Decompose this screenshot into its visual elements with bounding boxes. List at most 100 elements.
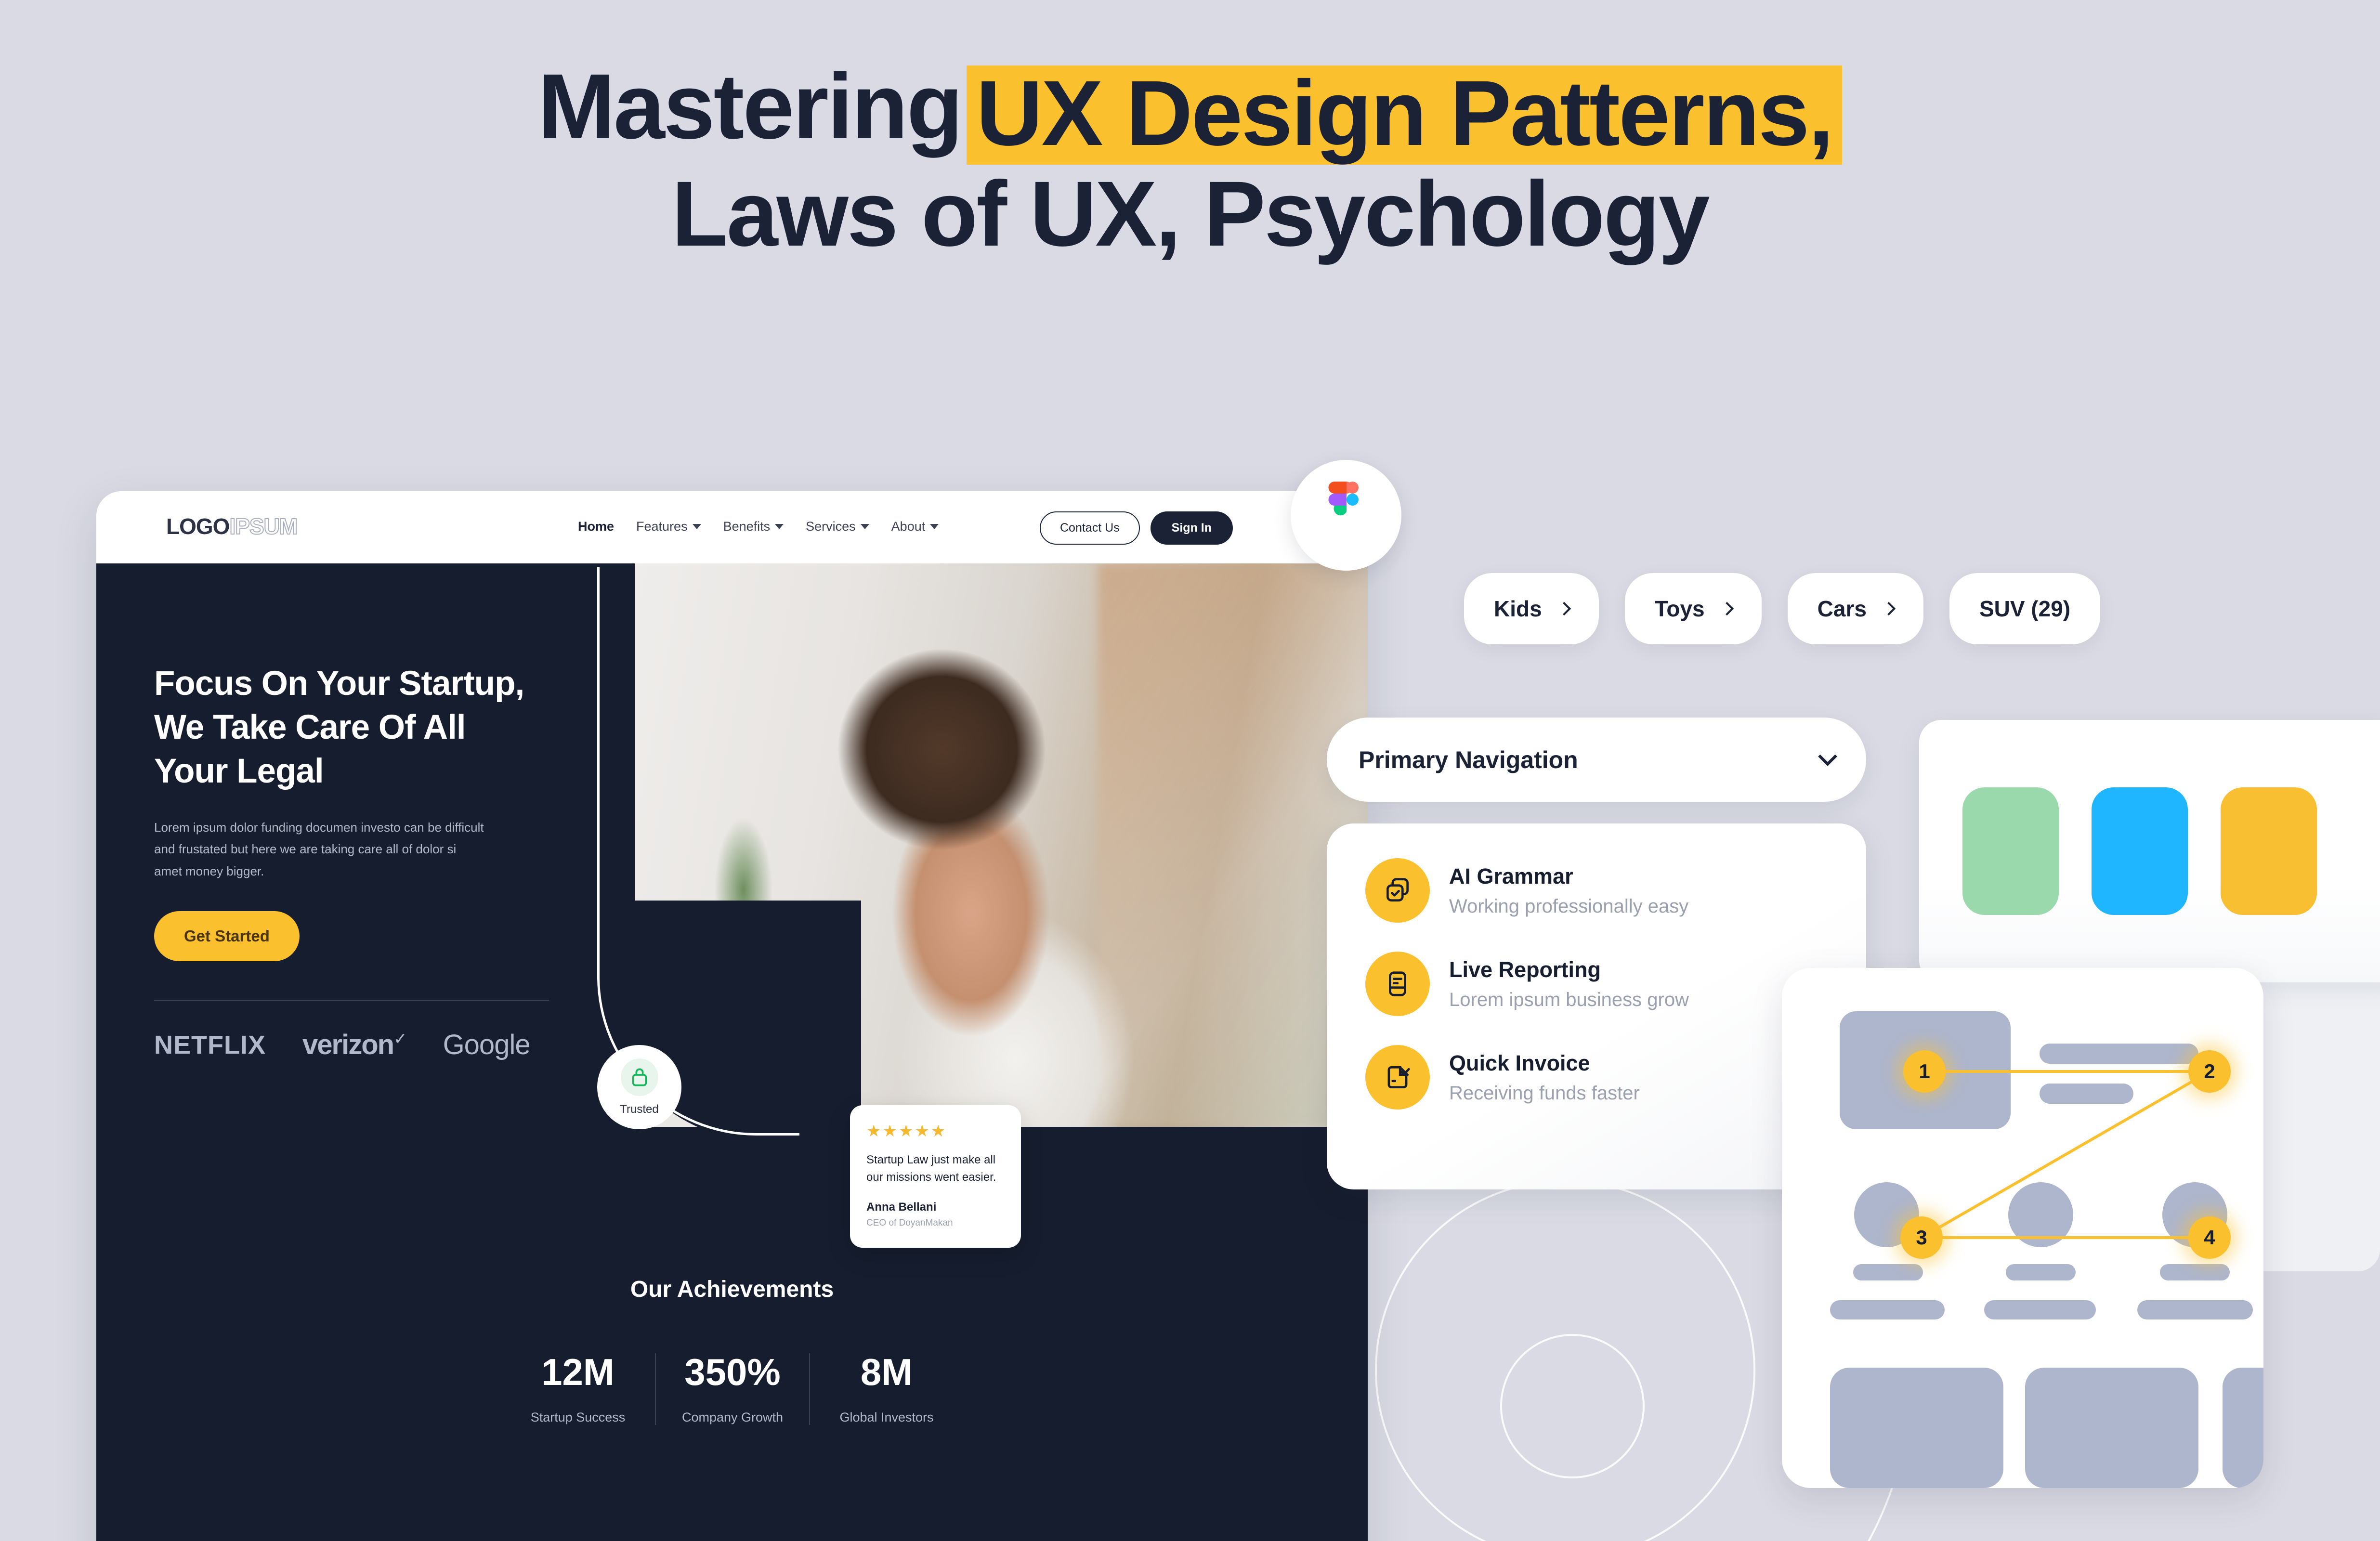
achievements-row: 12M Startup Success 350% Company Growth … [96, 1353, 1368, 1425]
feature-title: Quick Invoice [1449, 1050, 1590, 1075]
contact-us-button[interactable]: Contact Us [1040, 511, 1140, 545]
netflix-logo: NETFLIX [154, 1030, 266, 1059]
chevron-down-icon [930, 524, 939, 529]
chip-label: Cars [1817, 596, 1867, 621]
feature-title: AI Grammar [1449, 863, 1573, 888]
achievement-value: 12M [541, 1351, 615, 1393]
feature-text: AI Grammar Working professionally easy [1449, 864, 1688, 917]
nav-item-features[interactable]: Features [636, 519, 701, 534]
nav-label: About [891, 519, 926, 534]
chip-label: SUV (29) [1979, 596, 2071, 621]
headline-plain: Mastering [538, 54, 963, 158]
invoice-check-icon [1365, 1045, 1430, 1110]
chip-suv[interactable]: SUV (29) [1949, 573, 2101, 644]
hero-divider [154, 1000, 549, 1001]
page-title: Mastering UX Design Patterns, Laws of UX,… [0, 53, 2380, 267]
achievement-item: 350% Company Growth [655, 1353, 809, 1425]
nav-actions: Contact Us Sign In [1040, 511, 1233, 545]
feature-text: Quick Invoice Receiving funds faster [1449, 1051, 1640, 1104]
feature-subtitle: Receiving funds faster [1449, 1082, 1640, 1104]
flow-node-2[interactable]: 2 [2188, 1050, 2231, 1093]
chevron-down-icon [860, 524, 869, 529]
chip-label: Kids [1494, 596, 1542, 621]
achievement-label: Startup Success [530, 1410, 626, 1424]
testimonial-role: CEO of DoyanMakan [866, 1218, 953, 1228]
headline-line-2: Laws of UX, Psychology [671, 161, 1710, 265]
chip-label: Toys [1654, 596, 1705, 621]
verizon-check-icon: ✓ [393, 1030, 407, 1048]
chevron-down-icon [775, 524, 784, 529]
achievement-value: 8M [860, 1351, 913, 1393]
chevron-down-icon[interactable] [1818, 746, 1837, 766]
hero-title-line-3: Your Legal [154, 752, 324, 790]
nav-item-home[interactable]: Home [578, 519, 614, 534]
hero-title: Focus On Your Startup, We Take Care Of A… [154, 662, 563, 794]
lock-icon [620, 1058, 658, 1096]
headline-line-1: Mastering UX Design Patterns, [0, 53, 2380, 165]
logo-secondary-text: IPSUM [229, 514, 298, 539]
site-logo[interactable]: LOGOIPSUM [166, 514, 298, 539]
website-mockup: LOGOIPSUM Home Features Benefits Service… [96, 491, 1368, 1541]
trusted-badge: Trusted [597, 1045, 681, 1129]
nav-item-about[interactable]: About [891, 519, 939, 534]
hero-copy: Focus On Your Startup, We Take Care Of A… [154, 662, 563, 1061]
figma-logo-icon [1291, 460, 1401, 571]
brand-logos: NETFLIX verizon✓ Google [154, 1029, 563, 1061]
swatch-green[interactable] [1962, 787, 2059, 915]
chevron-right-icon [1882, 601, 1896, 616]
hero-section: Focus On Your Startup, We Take Care Of A… [96, 563, 1368, 1541]
achievements-section: Our Achievements 12M Startup Success 350… [96, 1276, 1368, 1425]
achievement-label: Company Growth [681, 1410, 784, 1424]
nav-item-benefits[interactable]: Benefits [723, 519, 784, 534]
feature-title: Live Reporting [1449, 957, 1601, 982]
feature-subtitle: Working professionally easy [1449, 895, 1689, 917]
primary-navigation-label: Primary Navigation [1359, 746, 1578, 773]
flow-node-1[interactable]: 1 [1903, 1050, 1946, 1093]
chip-kids[interactable]: Kids [1464, 573, 1599, 644]
testimonial-quote: Startup Law just make all our missions w… [866, 1153, 996, 1184]
chip-toys[interactable]: Toys [1624, 573, 1762, 644]
chevron-right-icon [1720, 601, 1734, 616]
swatch-blue[interactable] [2092, 787, 2188, 915]
sign-in-button[interactable]: Sign In [1150, 511, 1233, 545]
flow-node-4[interactable]: 4 [2188, 1216, 2231, 1259]
wireframe-flow-card: 1 2 3 4 [1782, 968, 2263, 1488]
hero-subtitle: Lorem ipsum dolor funding documen invest… [154, 820, 484, 878]
report-icon [1365, 952, 1430, 1016]
achievement-value: 350% [684, 1351, 781, 1393]
color-swatch-card [1919, 720, 2380, 982]
google-logo: Google [443, 1029, 531, 1061]
site-nav-menu: Home Features Benefits Services About [578, 519, 939, 534]
swatch-yellow[interactable] [2221, 787, 2317, 915]
feature-subtitle: Lorem ipsum business grow [1449, 989, 1689, 1010]
nav-label: Features [636, 519, 688, 534]
trusted-label: Trusted [620, 1102, 659, 1116]
primary-navigation-dropdown[interactable]: Primary Navigation [1327, 718, 1866, 802]
achievement-label: Global Investors [839, 1410, 934, 1424]
achievements-title: Our Achievements [630, 1277, 834, 1302]
flow-node-3[interactable]: 3 [1900, 1216, 1943, 1259]
nav-item-services[interactable]: Services [806, 519, 869, 534]
chip-cars[interactable]: Cars [1787, 573, 1923, 644]
testimonial-author: Anna Bellani [866, 1201, 937, 1214]
feature-item-ai-grammar[interactable]: AI Grammar Working professionally easy [1365, 858, 1866, 923]
nav-label: Services [806, 519, 856, 534]
decor-circle-small [1500, 1334, 1645, 1478]
achievement-item: 8M Global Investors [809, 1353, 963, 1425]
site-navbar: LOGOIPSUM Home Features Benefits Service… [96, 491, 1368, 563]
copy-check-icon [1365, 858, 1430, 923]
hero-title-line-2: We Take Care Of All [154, 708, 466, 746]
nav-label: Home [578, 519, 615, 534]
achievement-item: 12M Startup Success [501, 1353, 655, 1425]
category-chip-row: Kids Toys Cars SUV (29) [1464, 573, 2101, 644]
hero-title-line-1: Focus On Your Startup, [154, 665, 524, 703]
rating-stars: ★★★★★ [866, 1122, 947, 1140]
headline-highlight: UX Design Patterns, [966, 65, 1842, 165]
logo-primary-text: LOGO [166, 514, 230, 539]
nav-label: Benefits [723, 519, 771, 534]
get-started-button[interactable]: Get Started [154, 911, 300, 962]
verizon-logo: verizon✓ [302, 1029, 407, 1061]
testimonial-card: ★★★★★ Startup Law just make all our miss… [850, 1105, 1021, 1248]
feature-text: Live Reporting Lorem ipsum business grow [1449, 957, 1689, 1011]
chevron-right-icon [1557, 601, 1571, 616]
